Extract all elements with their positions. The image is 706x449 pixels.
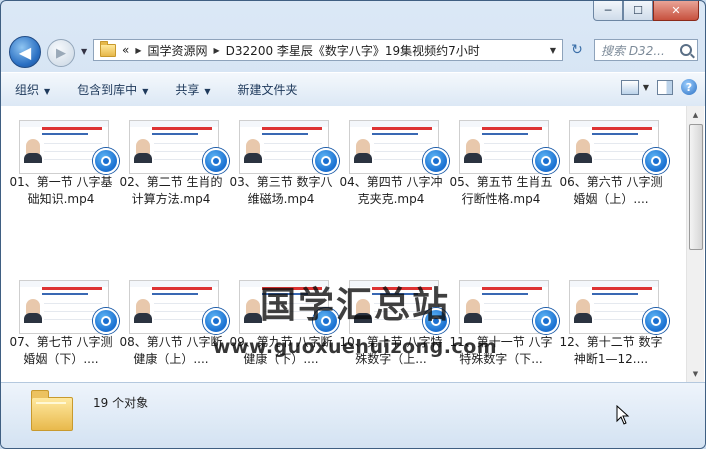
file-item[interactable]: 02、第二节 生肖的计算方法.mp4	[119, 106, 229, 206]
media-player-icon	[643, 308, 669, 334]
scroll-up-icon[interactable]: ▲	[687, 106, 704, 123]
media-player-icon	[313, 308, 339, 334]
chevron-down-icon: ▼	[142, 87, 149, 96]
file-item[interactable]: 11、第十一节 八字特殊数字（下...	[449, 266, 559, 366]
file-name: 03、第三节 数字八维磁场.mp4	[229, 175, 333, 206]
file-name: 09、第九节 八字断健康（下）....	[229, 335, 333, 366]
media-player-icon	[203, 308, 229, 334]
include-in-library-menu[interactable]: 包含到库中 ▼	[63, 81, 161, 98]
item-count: 19 个对象	[93, 396, 149, 410]
media-player-icon	[93, 148, 119, 174]
breadcrumb-separator-icon[interactable]: ▶	[208, 46, 226, 55]
new-folder-button[interactable]: 新建文件夹	[224, 81, 311, 98]
recent-pages-dropdown[interactable]: ▼	[81, 47, 87, 56]
file-item[interactable]: 10、第十节 八字特殊数字（上...	[339, 266, 449, 366]
forward-button[interactable]: ▶	[47, 39, 75, 67]
file-list: 01、第一节 八字基础知识.mp4 02、第二节 生肖的计算方法.mp4 03、…	[1, 106, 705, 382]
mouse-cursor-icon	[616, 405, 630, 425]
media-player-icon	[533, 308, 559, 334]
file-item[interactable]: 12、第十二节 数字神断1—12....	[559, 266, 669, 366]
file-item[interactable]: 08、第八节 八字断健康（上）....	[119, 266, 229, 366]
file-item[interactable]: 05、第五节 生肖五行断性格.mp4	[449, 106, 559, 206]
share-label: 共享	[175, 83, 200, 97]
file-item[interactable]: 03、第三节 数字八维磁场.mp4	[229, 106, 339, 206]
file-name: 01、第一节 八字基础知识.mp4	[9, 175, 113, 206]
scrollbar-thumb[interactable]	[689, 124, 703, 250]
close-button[interactable]: ✕	[653, 1, 699, 21]
file-name: 04、第四节 八字冲克夹克.mp4	[339, 175, 443, 206]
file-name: 11、第十一节 八字特殊数字（下...	[449, 335, 553, 366]
chevron-down-icon[interactable]: ▼	[643, 83, 649, 92]
new-folder-label: 新建文件夹	[237, 83, 298, 97]
change-view-icon[interactable]	[620, 79, 639, 95]
preview-pane-icon[interactable]	[657, 79, 673, 95]
breadcrumb-item-current[interactable]: D32200 李星辰《数字八字》19集视频约7小时	[226, 42, 480, 59]
media-player-icon	[423, 148, 449, 174]
search-input[interactable]: 搜索 D32...	[595, 42, 675, 59]
folder-icon	[100, 40, 116, 57]
file-name: 12、第十二节 数字神断1—12....	[559, 335, 663, 366]
refresh-button[interactable]: ↻	[566, 39, 588, 61]
address-bar[interactable]: « ▶ 国学资源网 ▶ D32200 李星辰《数字八字》19集视频约7小时 ▼	[93, 39, 563, 61]
include-in-library-label: 包含到库中	[77, 83, 138, 97]
breadcrumb-overflow[interactable]: «	[122, 43, 129, 57]
file-name: 02、第二节 生肖的计算方法.mp4	[119, 175, 223, 206]
minimize-button[interactable]: ─	[593, 1, 623, 21]
media-player-icon	[423, 308, 449, 334]
vertical-scrollbar[interactable]: ▲ ▼	[686, 106, 704, 382]
maximize-button[interactable]: ☐	[623, 1, 653, 21]
file-name: 07、第七节 八字测婚姻（下）....	[9, 335, 113, 366]
view-controls: ▼ ?	[620, 79, 697, 95]
organize-label: 组织	[15, 83, 40, 97]
breadcrumb: « ▶ 国学资源网 ▶ D32200 李星辰《数字八字》19集视频约7小时	[116, 42, 480, 59]
share-menu[interactable]: 共享 ▼	[161, 81, 223, 98]
file-name: 10、第十节 八字特殊数字（上...	[339, 335, 443, 366]
file-name: 05、第五节 生肖五行断性格.mp4	[449, 175, 553, 206]
scroll-down-icon[interactable]: ▼	[687, 365, 704, 382]
file-item[interactable]: 01、第一节 八字基础知识.mp4	[9, 106, 119, 206]
file-name: 08、第八节 八字断健康（上）....	[119, 335, 223, 366]
chevron-down-icon: ▼	[44, 87, 51, 96]
file-item[interactable]: 09、第九节 八字断健康（下）....	[229, 266, 339, 366]
chevron-down-icon: ▼	[204, 87, 211, 96]
search-box[interactable]: 搜索 D32...	[594, 39, 698, 61]
explorer-window: ─ ☐ ✕ ◀ ▶ ▼ « ▶ 国学资源网 ▶ D32200 李星辰《数字八字》…	[0, 0, 706, 449]
folder-icon	[31, 390, 73, 431]
address-dropdown-icon[interactable]: ▼	[550, 46, 556, 55]
back-button[interactable]: ◀	[9, 36, 41, 68]
file-item[interactable]: 06、第六节 八字测婚姻（上）....	[559, 106, 669, 206]
file-item[interactable]: 07、第七节 八字测婚姻（下）....	[9, 266, 119, 366]
file-item[interactable]: 04、第四节 八字冲克夹克.mp4	[339, 106, 449, 206]
help-icon[interactable]: ?	[681, 79, 697, 95]
navigation-bar: ◀ ▶ ▼ « ▶ 国学资源网 ▶ D32200 李星辰《数字八字》19集视频约…	[1, 29, 705, 71]
search-icon	[680, 44, 692, 56]
breadcrumb-separator-icon[interactable]: ▶	[129, 46, 147, 55]
details-pane: 19 个对象	[1, 382, 705, 448]
file-name: 06、第六节 八字测婚姻（上）....	[559, 175, 663, 206]
organize-menu[interactable]: 组织 ▼	[1, 81, 63, 98]
media-player-icon	[313, 148, 339, 174]
breadcrumb-item-root[interactable]: 国学资源网	[148, 42, 208, 59]
window-controls: ─ ☐ ✕	[593, 1, 699, 21]
media-player-icon	[533, 148, 559, 174]
media-player-icon	[643, 148, 669, 174]
media-player-icon	[203, 148, 229, 174]
media-player-icon	[93, 308, 119, 334]
command-bar: 组织 ▼ 包含到库中 ▼ 共享 ▼ 新建文件夹 ▼ ?	[1, 72, 705, 107]
